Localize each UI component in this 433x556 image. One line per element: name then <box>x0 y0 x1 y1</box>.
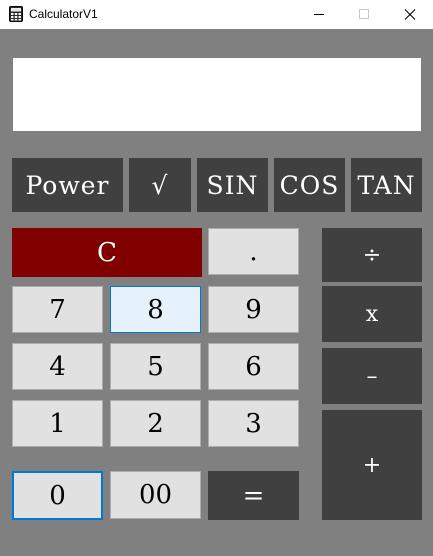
subtract-button[interactable]: – <box>322 348 422 404</box>
digit-7-button[interactable]: 7 <box>12 286 103 333</box>
multiply-button[interactable]: x <box>322 286 422 342</box>
calculator-body: Power √ SIN COS TAN C . 7 8 9 4 5 6 1 2 … <box>0 29 433 556</box>
digit-5-button[interactable]: 5 <box>110 343 201 390</box>
add-button[interactable]: + <box>322 410 422 520</box>
digit-6-button[interactable]: 6 <box>208 343 299 390</box>
digit-1-button[interactable]: 1 <box>12 400 103 447</box>
divide-button[interactable]: ÷ <box>322 228 422 282</box>
maximize-button[interactable] <box>341 0 387 29</box>
digit-9-button[interactable]: 9 <box>208 286 299 333</box>
double-zero-button[interactable]: 00 <box>110 471 201 519</box>
equals-button[interactable]: = <box>208 471 299 520</box>
close-icon <box>404 9 416 20</box>
maximize-icon <box>359 9 369 19</box>
calculator-window: CalculatorV1 Power √ SIN COS TAN C . 7 8… <box>0 0 433 556</box>
digit-8-button[interactable]: 8 <box>110 286 201 333</box>
clear-button[interactable]: C <box>12 228 202 277</box>
power-button[interactable]: Power <box>12 158 123 212</box>
calculator-icon <box>9 6 23 22</box>
display-field[interactable] <box>13 58 421 131</box>
tan-button[interactable]: TAN <box>351 158 422 212</box>
digit-3-button[interactable]: 3 <box>208 400 299 447</box>
window-title: CalculatorV1 <box>29 7 98 21</box>
sin-button[interactable]: SIN <box>197 158 268 212</box>
minimize-icon <box>314 14 324 15</box>
title-bar[interactable]: CalculatorV1 <box>0 0 433 29</box>
sqrt-button[interactable]: √ <box>129 158 191 212</box>
digit-4-button[interactable]: 4 <box>12 343 103 390</box>
digit-0-button[interactable]: 0 <box>12 471 103 520</box>
close-button[interactable] <box>387 0 433 29</box>
minimize-button[interactable] <box>296 0 342 29</box>
cos-button[interactable]: COS <box>274 158 345 212</box>
digit-2-button[interactable]: 2 <box>110 400 201 447</box>
decimal-button[interactable]: . <box>208 228 299 275</box>
